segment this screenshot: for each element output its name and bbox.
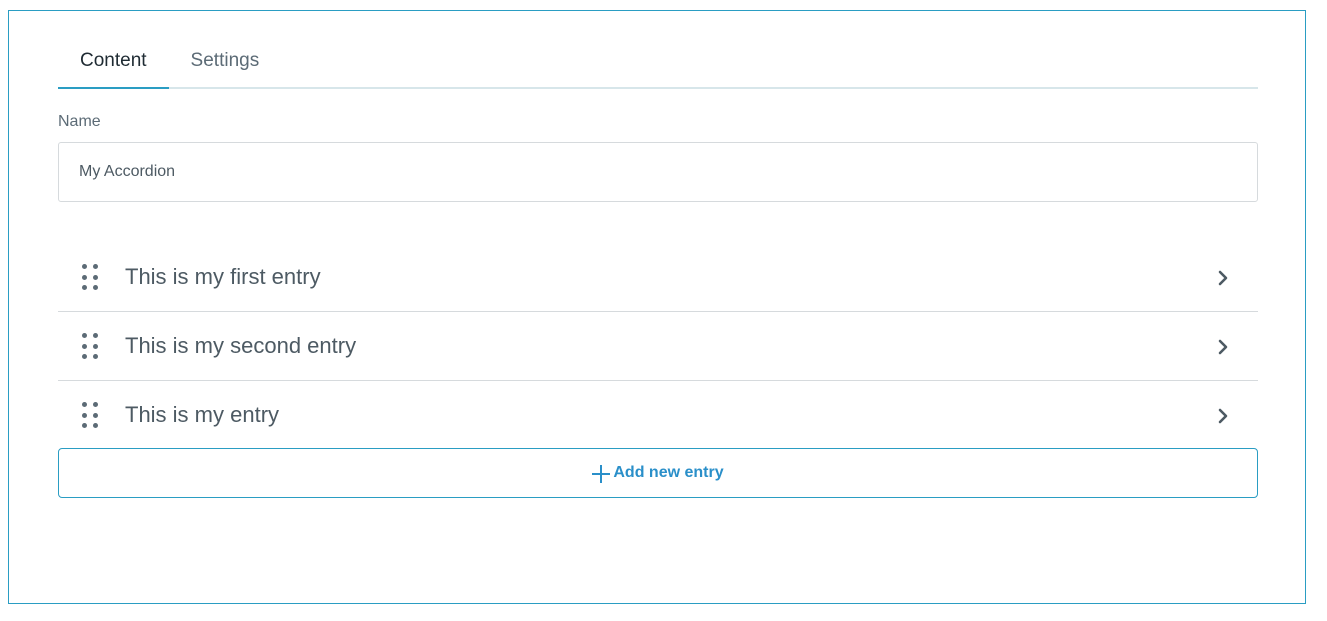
add-entry-button[interactable]: Add new entry bbox=[58, 448, 1258, 498]
chevron-right-icon[interactable] bbox=[1216, 339, 1230, 355]
entry-row[interactable]: This is my entry bbox=[58, 381, 1258, 449]
add-entry-label: Add new entry bbox=[613, 464, 724, 481]
chevron-right-icon[interactable] bbox=[1216, 270, 1230, 286]
name-input[interactable] bbox=[58, 142, 1258, 202]
entry-title: This is my entry bbox=[125, 402, 280, 427]
plus-icon bbox=[592, 465, 611, 483]
drag-handle-icon[interactable] bbox=[82, 333, 98, 359]
entry-row[interactable]: This is my first entry bbox=[58, 243, 1258, 312]
accordion-editor-panel: Content Settings Name This is my first e… bbox=[8, 10, 1306, 604]
entry-title: This is my second entry bbox=[125, 333, 357, 358]
drag-handle-icon[interactable] bbox=[82, 264, 98, 290]
entry-row[interactable]: This is my second entry bbox=[58, 312, 1258, 381]
entry-title: This is my first entry bbox=[125, 264, 321, 289]
tab-bar: Content Settings bbox=[58, 47, 1258, 89]
name-field-label: Name bbox=[58, 113, 101, 130]
tab-settings[interactable]: Settings bbox=[169, 47, 282, 87]
entry-list: This is my first entry This is my second… bbox=[58, 243, 1258, 449]
drag-handle-icon[interactable] bbox=[82, 402, 98, 428]
chevron-right-icon[interactable] bbox=[1216, 408, 1230, 424]
tab-content[interactable]: Content bbox=[58, 47, 169, 89]
